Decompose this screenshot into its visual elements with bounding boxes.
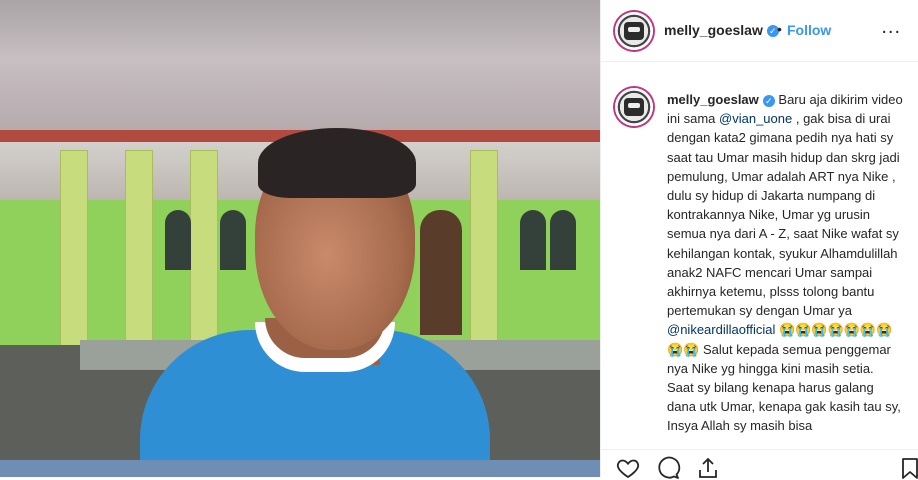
building-pillar <box>190 150 218 367</box>
mention-link[interactable]: @vian_uone <box>719 111 792 126</box>
header-username[interactable]: melly_goeslaw <box>664 22 763 38</box>
video-blur-top <box>0 0 600 130</box>
heart-icon[interactable] <box>615 456 641 480</box>
building-window <box>550 210 576 270</box>
caption-avatar[interactable] <box>615 88 653 126</box>
caption-section: melly_goeslaw ✓ Baru aja dikirim video in… <box>601 62 918 449</box>
man-hair <box>258 128 416 198</box>
caption-segment: , gak bisa di urai dengan kata2 gimana p… <box>667 111 900 319</box>
building-window <box>220 210 246 270</box>
post-video[interactable] <box>0 0 600 477</box>
caption-username[interactable]: melly_goeslaw <box>667 92 759 107</box>
post-side-panel: melly_goeslaw ✓ • Follow ... melly_goesla… <box>600 0 918 480</box>
avatar-image <box>624 98 644 116</box>
caption-text: melly_goeslaw ✓ Baru aja dikirim video in… <box>667 90 903 436</box>
building-pillar <box>125 150 153 367</box>
building-window <box>520 210 546 270</box>
video-blur-bottom <box>0 460 600 477</box>
avatar-image <box>624 22 644 40</box>
header-username-wrap: melly_goeslaw ✓ <box>664 22 779 40</box>
building-window <box>165 210 191 270</box>
share-icon[interactable] <box>695 456 721 480</box>
profile-avatar[interactable] <box>615 12 653 50</box>
post-actions <box>601 449 918 480</box>
more-options-icon[interactable]: ... <box>881 16 901 39</box>
mention-link[interactable]: @nikeardillaofficial <box>667 322 775 337</box>
verified-badge-icon: ✓ <box>762 94 775 107</box>
header-separator: • <box>777 21 782 37</box>
post-header: melly_goeslaw ✓ • Follow ... <box>601 0 918 62</box>
building-pillar <box>60 150 88 367</box>
building-pillar <box>470 150 498 367</box>
building-door <box>420 210 462 335</box>
caption-segment: Saat sy bilang kenapa harus galang dana … <box>667 380 901 434</box>
bookmark-icon[interactable] <box>897 456 918 480</box>
comment-icon[interactable] <box>655 456 681 480</box>
follow-button[interactable]: Follow <box>787 22 831 38</box>
